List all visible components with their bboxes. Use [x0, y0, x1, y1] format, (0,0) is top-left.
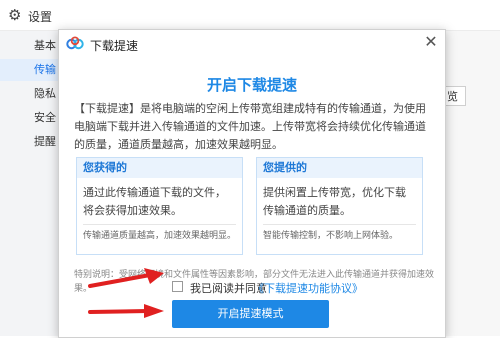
card-body: 通过此传输通道下载的文件，将会获得加速效果。 — [83, 186, 226, 217]
dialog-heading: 开启下载提速 — [206, 76, 297, 94]
card-footnote: 智能传输控制，不影响上网体验。 — [263, 231, 399, 241]
gear-icon: ⚙ — [8, 6, 22, 24]
dialog-title: 下载提速 — [90, 39, 139, 53]
card-body: 提供闲置上传带宽，优化下载传输通道的质量。 — [263, 186, 406, 217]
benefit-card: 您获得的 通过此传输通道下载的文件，将会获得加速效果。 传输通道质量越高，加速效… — [76, 157, 243, 255]
sidebar-item-transfer[interactable]: 传输 — [0, 59, 60, 81]
baidu-netdisk-logo-icon — [66, 36, 84, 50]
dialog-description: 【下载提速】是将电脑端的空闲上传带宽组建成特有的传输通道，为使用电脑端下载并进入… — [74, 102, 426, 151]
agreement-checkbox[interactable] — [172, 281, 183, 292]
card-footnote: 传输通道质量越高，加速效果越明显。 — [83, 231, 237, 241]
dialog-titlebar: 下载提速 ✕ — [59, 30, 445, 56]
card-title: 您提供的 — [257, 158, 422, 178]
sidebar-item-basic[interactable]: 基本 — [0, 35, 60, 57]
sidebar-item-privacy[interactable]: 隐私 — [0, 83, 60, 105]
annotation-arrow-icon — [88, 304, 164, 318]
sidebar-item-reminder[interactable]: 提醒 — [0, 131, 60, 153]
settings-titlebar: ⚙ 设置 — [0, 0, 500, 31]
card-title: 您获得的 — [77, 158, 242, 178]
download-boost-dialog: 下载提速 ✕ 开启下载提速 【下载提速】是将电脑端的空闲上传带宽组建成特有的传输… — [58, 29, 446, 338]
close-icon[interactable]: ✕ — [421, 32, 441, 52]
sidebar-item-security[interactable]: 安全 — [0, 107, 60, 129]
contribution-card: 您提供的 提供闲置上传带宽，优化下载传输通道的质量。 智能传输控制，不影响上网体… — [256, 157, 423, 255]
agreement-link[interactable]: 《下载提速功能协议》 — [253, 280, 363, 296]
settings-sidebar: 基本 传输 隐私 安全 提醒 — [0, 31, 60, 336]
settings-title: 设置 — [28, 10, 53, 24]
enable-boost-button[interactable]: 开启提速模式 — [172, 300, 329, 328]
annotation-arrow-icon — [88, 268, 164, 288]
